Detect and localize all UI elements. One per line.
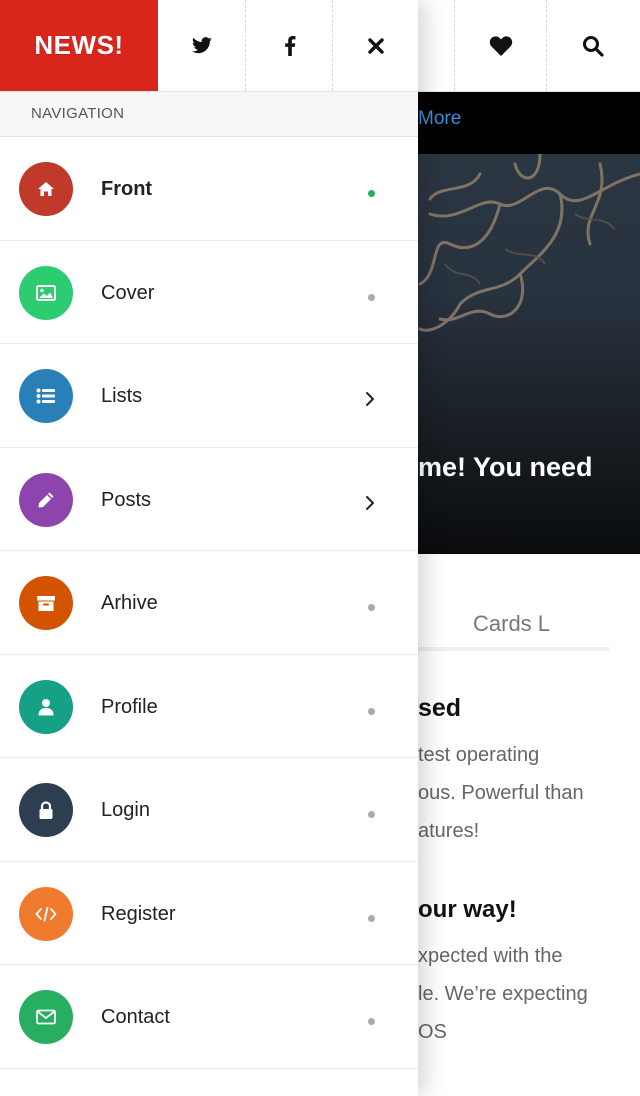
nav-item-label: Contact (101, 1006, 170, 1028)
nav-item-cover[interactable]: Cover (0, 241, 418, 344)
nav-item-label: Profile (101, 695, 158, 718)
indicator-dot (368, 293, 375, 301)
nav-item-label: Arhive (101, 592, 158, 614)
envelope-icon (36, 1009, 56, 1025)
indicator-dot (368, 811, 375, 818)
search-button[interactable] (546, 0, 639, 91)
search-icon (583, 35, 604, 57)
nav-item-lists[interactable]: Lists (0, 344, 418, 448)
hero-title[interactable]: me! You need (418, 452, 593, 483)
tab-cards[interactable]: Cards L (473, 611, 550, 637)
nav-item-label: Front (101, 178, 153, 200)
nav-icon-badge (19, 679, 73, 734)
nav-icon-badge (19, 162, 73, 216)
active-indicator-dot (368, 190, 375, 197)
article-text-line: xpected with the (418, 945, 563, 967)
twitter-icon (191, 36, 212, 53)
navigation-section-header: NAVIGATION (0, 91, 418, 137)
nav-item-label: Register (101, 902, 176, 925)
facebook-icon (284, 35, 295, 56)
nav-item-register[interactable]: Register (0, 862, 418, 965)
nav-item-posts[interactable]: Posts (0, 448, 418, 551)
nav-item-archive[interactable]: Arhive (0, 551, 418, 655)
nav-item-contact[interactable]: Contact (0, 965, 418, 1069)
heart-icon (489, 35, 513, 56)
image-icon (36, 284, 56, 301)
nav-item-label: Posts (101, 488, 152, 511)
article-text-line: OS (418, 1021, 447, 1043)
article-text-line: atures! (418, 820, 480, 842)
nav-item-label: Login (101, 799, 150, 821)
nav-icon-badge (19, 783, 73, 837)
tab-underline (418, 647, 609, 651)
nav-icon-badge (19, 265, 73, 320)
article-heading-2[interactable]: our way! (418, 896, 517, 924)
navigation-menu: Front Cover Lists Posts Arhive Profile L… (0, 137, 418, 1069)
facebook-button[interactable] (245, 0, 333, 91)
archive-icon (37, 595, 55, 611)
nav-icon-badge (19, 576, 73, 630)
nav-item-label: Lists (101, 385, 143, 407)
user-icon (38, 698, 54, 715)
indicator-dot (368, 604, 375, 611)
indicator-dot (368, 1018, 375, 1025)
article-text-line: test operating (418, 744, 540, 766)
brand-logo-text: NEWS! (34, 30, 124, 60)
code-icon (35, 906, 57, 921)
article-text-line: ous. Powerful than (418, 782, 584, 804)
nav-icon-badge (19, 472, 73, 527)
close-icon (368, 37, 384, 54)
nav-item-label: Cover (101, 281, 155, 304)
chevron-right-icon (366, 495, 374, 510)
nav-item-login[interactable]: Login (0, 758, 418, 862)
close-drawer-button[interactable] (332, 0, 418, 91)
nav-item-front[interactable]: Front (0, 137, 418, 241)
indicator-dot (368, 707, 375, 715)
more-link[interactable]: More (418, 108, 461, 130)
nav-icon-badge (19, 886, 73, 941)
article-heading-1[interactable]: sed (418, 694, 461, 723)
indicator-dot (368, 914, 375, 922)
nav-item-profile[interactable]: Profile (0, 655, 418, 758)
brand-logo[interactable]: NEWS! (0, 0, 158, 91)
nav-icon-badge (19, 369, 73, 423)
home-icon (38, 182, 54, 196)
list-icon (36, 388, 55, 404)
navigation-drawer: NEWS! NAVIGATION Front Cover Lists Posts… (0, 0, 418, 1096)
lock-icon (39, 800, 53, 819)
pencil-icon (38, 492, 54, 507)
favorites-button[interactable] (454, 0, 547, 91)
nav-icon-badge (19, 990, 73, 1044)
navigation-caption: NAVIGATION (31, 105, 125, 122)
article-text-line: le. We’re expecting (418, 983, 588, 1005)
twitter-button[interactable] (158, 0, 245, 91)
chevron-right-icon (366, 392, 374, 406)
